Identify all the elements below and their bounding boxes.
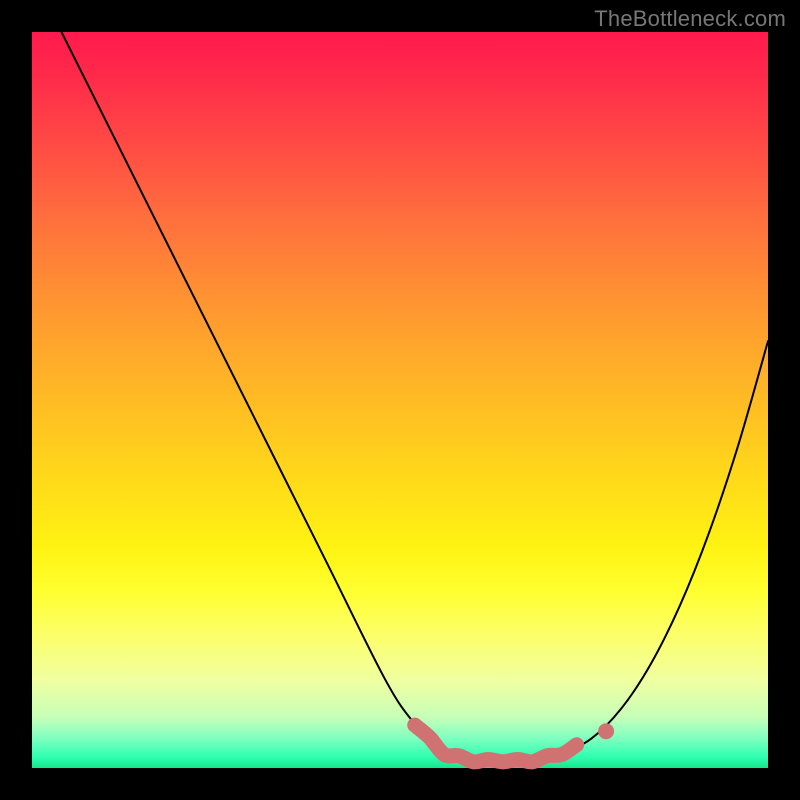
chart-svg bbox=[32, 32, 768, 768]
optimal-point-dot bbox=[598, 723, 614, 739]
chart-frame: TheBottleneck.com bbox=[0, 0, 800, 800]
optimal-range-segment bbox=[415, 725, 577, 762]
plot-area bbox=[32, 32, 768, 768]
bottleneck-curve bbox=[61, 32, 768, 761]
watermark-text: TheBottleneck.com bbox=[594, 6, 786, 32]
